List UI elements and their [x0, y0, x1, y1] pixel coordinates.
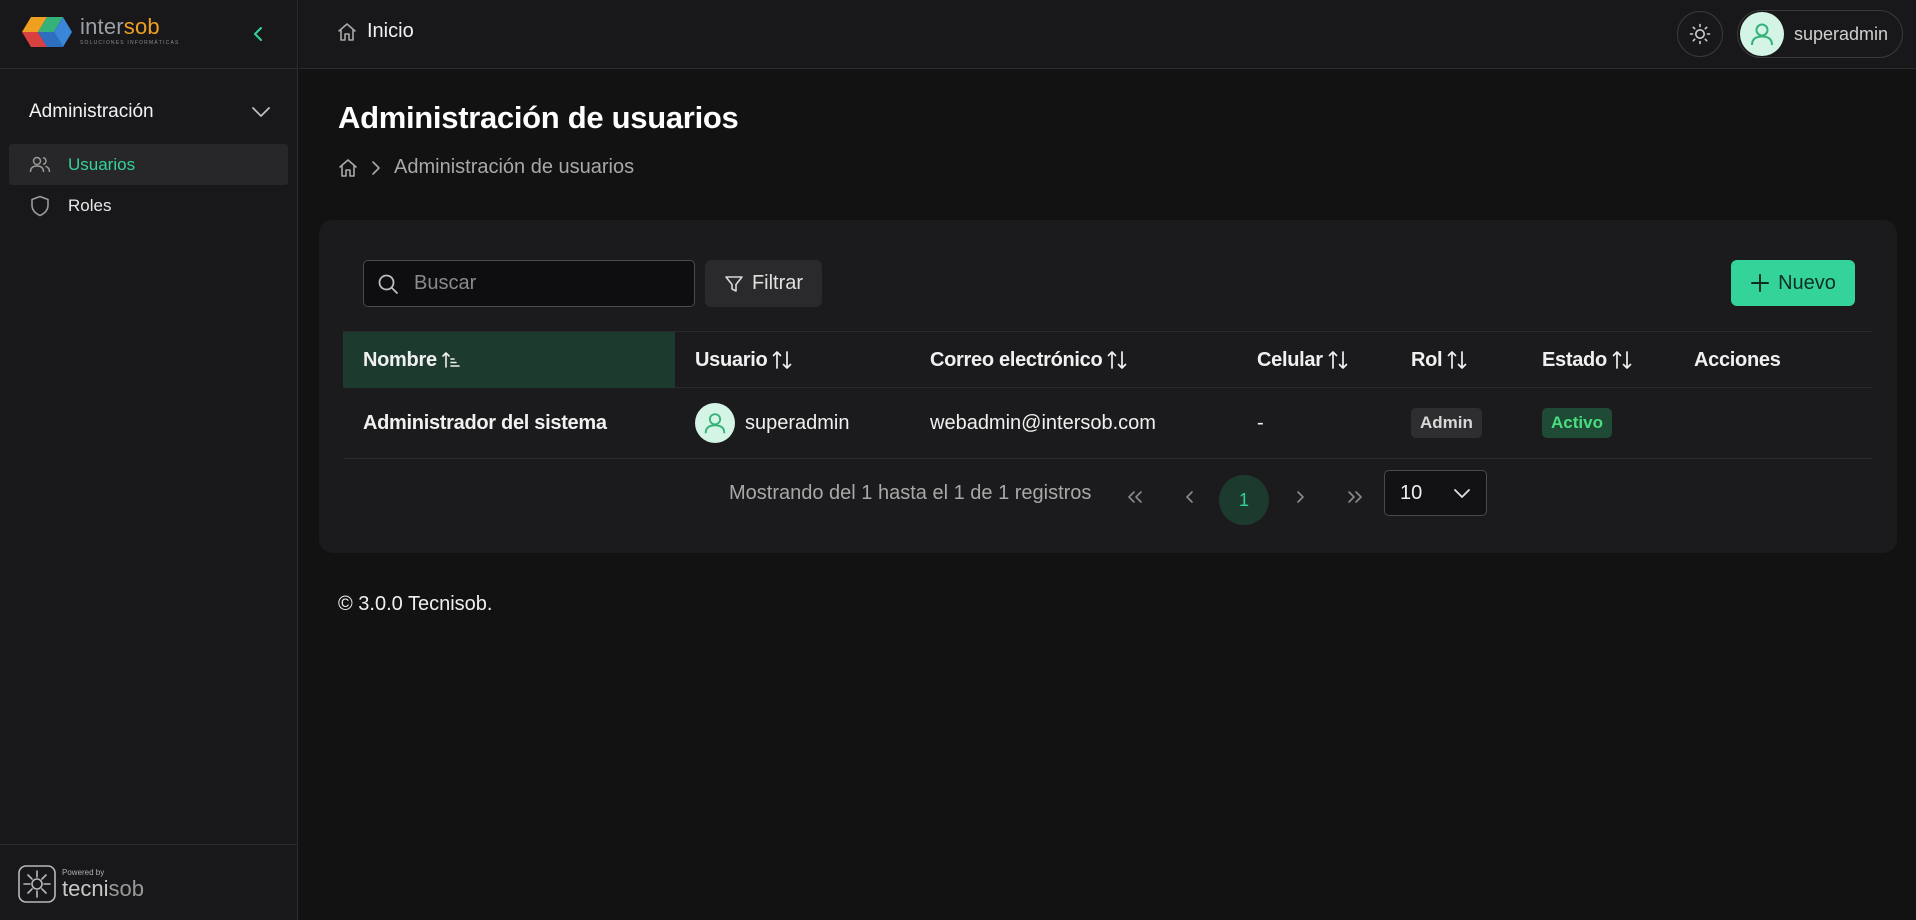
cell-celular: -: [1257, 411, 1264, 434]
home-link[interactable]: Inicio: [337, 20, 414, 43]
search-icon: [378, 274, 398, 294]
user-menu[interactable]: superadmin: [1737, 10, 1903, 58]
chevron-right-icon: [1297, 491, 1304, 503]
brand-logo: intersob SOLUCIONES INFORMÁTICAS: [22, 16, 180, 48]
chevron-down-icon: [1454, 489, 1470, 498]
sidebar-item-usuarios[interactable]: Usuarios: [9, 144, 288, 185]
users-card: Filtrar Nuevo Nombre Usuario: [319, 220, 1897, 553]
table-header: Nombre Usuario Correo electrónico Celula…: [343, 331, 1873, 388]
sort-icon: [1108, 351, 1127, 369]
new-label: Nuevo: [1778, 271, 1836, 294]
chevron-right-icon: [372, 160, 380, 175]
section-title: Administración: [29, 101, 154, 122]
column-header-estado[interactable]: Estado: [1542, 332, 1633, 388]
chevrons-right-icon: [1348, 491, 1362, 503]
role-badge: Admin: [1411, 408, 1482, 438]
shield-icon: [31, 195, 49, 216]
filter-button[interactable]: Filtrar: [705, 260, 822, 307]
breadcrumb-current: Administración de usuarios: [394, 156, 635, 178]
tecnisob-logo-icon: [18, 865, 56, 903]
home-icon: [338, 22, 356, 41]
search-input[interactable]: [414, 261, 684, 306]
sidebar-item-label: Usuarios: [68, 154, 136, 174]
cell-correo: webadmin@intersob.com: [930, 411, 1156, 434]
column-header-rol[interactable]: Rol: [1411, 332, 1468, 388]
pagination-info: Mostrando del 1 hasta el 1 de 1 registro…: [729, 482, 1092, 504]
cell-estado: Activo: [1542, 388, 1612, 458]
rows-per-page-select[interactable]: 10: [1384, 470, 1487, 516]
breadcrumb: Administración de usuarios: [338, 156, 634, 179]
user-icon: [704, 413, 726, 434]
status-badge: Activo: [1542, 408, 1612, 438]
sort-icon: [773, 351, 792, 369]
cell-rol: Admin: [1411, 388, 1482, 458]
search-box: [363, 260, 695, 307]
sidebar-item-label: Roles: [68, 195, 112, 215]
page-number-button[interactable]: 1: [1219, 475, 1269, 525]
logo-bar: intersob SOLUCIONES INFORMÁTICAS: [0, 0, 297, 69]
powered-by-footer: Powered by tecnisob: [0, 844, 298, 920]
brand-tagline: SOLUCIONES INFORMÁTICAS: [80, 40, 180, 46]
theme-toggle-button[interactable]: [1677, 11, 1723, 57]
powered-by-brand: tecnisob: [62, 875, 144, 901]
column-header-usuario[interactable]: Usuario: [695, 332, 793, 388]
chevrons-left-icon: [1128, 491, 1142, 503]
column-header-nombre[interactable]: Nombre: [343, 332, 675, 388]
column-header-correo[interactable]: Correo electrónico: [930, 332, 1128, 388]
sidebar: intersob SOLUCIONES INFORMÁTICAS Adminis…: [0, 0, 298, 920]
top-bar: Inicio superadmin: [299, 0, 1916, 69]
chevron-left-icon: [1186, 491, 1193, 503]
collapse-sidebar-button[interactable]: [248, 22, 268, 46]
sun-icon: [1689, 23, 1711, 45]
user-name: superadmin: [1794, 23, 1889, 44]
cell-usuario: superadmin: [695, 388, 850, 458]
previous-page-button[interactable]: [1170, 477, 1210, 517]
filter-icon: [725, 275, 743, 292]
users-icon: [29, 156, 51, 172]
table-row[interactable]: Administrador del sistema superadmin web…: [343, 388, 1873, 459]
next-page-button[interactable]: [1280, 477, 1320, 517]
home-label: Inicio: [367, 20, 414, 42]
filter-label: Filtrar: [751, 272, 804, 294]
sort-icon: [1612, 351, 1632, 369]
cell-nombre: Administrador del sistema: [363, 411, 607, 434]
avatar: [1740, 12, 1784, 56]
user-icon: [1751, 23, 1773, 46]
logo-cube-icon: [22, 17, 72, 47]
new-user-button[interactable]: Nuevo: [1731, 260, 1855, 306]
main-content: Administración de usuarios Administració…: [299, 70, 1916, 920]
chevron-left-icon: [254, 27, 262, 41]
column-header-acciones: Acciones: [1694, 348, 1781, 371]
sidebar-item-roles[interactable]: Roles: [9, 185, 288, 226]
first-page-button[interactable]: [1115, 477, 1155, 517]
chevron-down-icon: [252, 107, 270, 117]
last-page-button[interactable]: [1335, 477, 1375, 517]
home-icon[interactable]: [338, 158, 358, 178]
cell-usuario-text: superadmin: [745, 411, 850, 434]
avatar: [695, 403, 735, 443]
plus-icon: [1751, 274, 1770, 292]
sort-icon: [1328, 351, 1348, 369]
brand-name: intersob: [80, 14, 160, 39]
sort-icon: [1447, 351, 1467, 369]
sort-ascending-icon: [441, 352, 460, 368]
rows-per-page-value: 10: [1400, 481, 1423, 504]
section-administracion[interactable]: Administración: [29, 98, 271, 126]
column-header-celular[interactable]: Celular: [1257, 332, 1349, 388]
page-title: Administración de usuarios: [338, 100, 739, 135]
footer-version: © 3.0.0 Tecnisob.: [338, 593, 493, 615]
